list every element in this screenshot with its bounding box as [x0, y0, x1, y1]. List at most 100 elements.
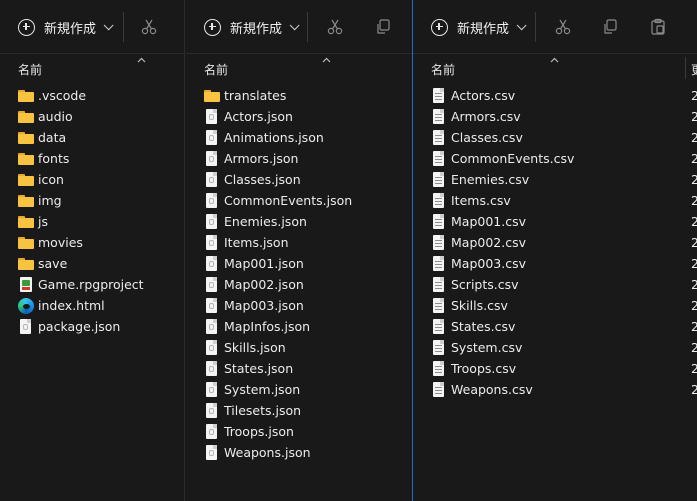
- list-item[interactable]: Map001.json: [186, 254, 412, 275]
- copy-icon[interactable]: [601, 18, 619, 36]
- csv-file-icon: [431, 109, 447, 125]
- item-modified-date: 2: [691, 130, 697, 145]
- list-item[interactable]: Map002.json: [186, 275, 412, 296]
- list-item[interactable]: States.json: [186, 359, 412, 380]
- list-item[interactable]: Items.csv 2: [413, 191, 697, 212]
- explorer-pane-data: 新規作成 名前 translates Actors.json Animations.…: [186, 0, 412, 501]
- csv-file-icon: [431, 235, 447, 251]
- list-item[interactable]: .vscode: [0, 86, 184, 107]
- item-name: System.csv: [451, 340, 523, 355]
- item-name: Classes.json: [224, 172, 301, 187]
- item-name: Classes.csv: [451, 130, 523, 145]
- item-name: Items.json: [224, 235, 289, 250]
- list-item[interactable]: fonts: [0, 149, 184, 170]
- list-item[interactable]: index.html: [0, 296, 184, 317]
- cut-icon[interactable]: [326, 18, 344, 36]
- plus-circle-icon: [18, 18, 35, 36]
- list-item[interactable]: Troops.csv 2: [413, 359, 697, 380]
- item-modified-date: 2: [691, 214, 697, 229]
- list-item[interactable]: translates: [186, 86, 412, 107]
- json-file-icon: [204, 445, 220, 461]
- item-name: Armors.json: [224, 151, 299, 166]
- list-item[interactable]: Weapons.csv 2: [413, 380, 697, 401]
- command-bar: 新規作成: [413, 0, 697, 54]
- cut-icon[interactable]: [554, 18, 572, 36]
- json-file-icon: [204, 424, 220, 440]
- list-item[interactable]: save: [0, 254, 184, 275]
- list-item[interactable]: movies: [0, 233, 184, 254]
- list-item[interactable]: Map003.csv 2: [413, 254, 697, 275]
- list-item[interactable]: Actors.json: [186, 107, 412, 128]
- explorer-pane-translates: 新規作成 名前 更 Actors.csv2Armors.csv2Classes.…: [413, 0, 697, 501]
- item-name: icon: [38, 172, 64, 187]
- json-file-icon: [204, 172, 220, 188]
- list-item[interactable]: js: [0, 212, 184, 233]
- item-modified-date: 2: [691, 109, 697, 124]
- list-item[interactable]: Scripts.csv 2: [413, 275, 697, 296]
- list-item[interactable]: audio: [0, 107, 184, 128]
- json-file-icon: [204, 298, 220, 314]
- list-item[interactable]: Actors.csv 2: [413, 86, 697, 107]
- list-item[interactable]: img: [0, 191, 184, 212]
- list-item[interactable]: Skills.json: [186, 338, 412, 359]
- item-name: img: [38, 193, 62, 208]
- list-item[interactable]: Enemies.csv 2: [413, 170, 697, 191]
- new-button[interactable]: 新規作成: [431, 16, 527, 38]
- folder-icon: [18, 214, 34, 230]
- item-name: Tilesets.json: [224, 403, 302, 418]
- list-item[interactable]: Weapons.json: [186, 443, 412, 464]
- csv-file-icon: [431, 298, 447, 314]
- item-name: Troops.csv: [451, 361, 517, 376]
- toolbar-separator: [123, 12, 124, 42]
- column-header[interactable]: 名前: [413, 56, 697, 80]
- list-item[interactable]: System.json: [186, 380, 412, 401]
- list-item[interactable]: Armors.csv 2: [413, 107, 697, 128]
- modified-column-label[interactable]: 更: [691, 61, 697, 78]
- list-item[interactable]: data: [0, 128, 184, 149]
- list-item[interactable]: System.csv 2: [413, 338, 697, 359]
- list-item[interactable]: Items.json: [186, 233, 412, 254]
- list-item[interactable]: MapInfos.json: [186, 317, 412, 338]
- new-button[interactable]: 新規作成: [204, 16, 300, 38]
- new-button[interactable]: 新規作成: [18, 16, 114, 38]
- json-file-icon: [204, 403, 220, 419]
- csv-file-icon: [431, 256, 447, 272]
- column-header[interactable]: 名前: [186, 56, 412, 80]
- item-name: States.csv: [451, 319, 516, 334]
- csv-file-icon: [431, 277, 447, 293]
- command-bar: 新規作成: [186, 0, 412, 54]
- list-item[interactable]: icon: [0, 170, 184, 191]
- plus-circle-icon: [431, 18, 448, 36]
- cut-icon[interactable]: [140, 18, 158, 36]
- column-header[interactable]: 名前: [0, 56, 184, 80]
- list-item[interactable]: Troops.json: [186, 422, 412, 443]
- list-item[interactable]: Map002.csv 2: [413, 233, 697, 254]
- folder-icon: [204, 88, 220, 104]
- item-name: Armors.csv: [451, 109, 521, 124]
- folder-icon: [18, 172, 34, 188]
- list-item[interactable]: CommonEvents.json: [186, 191, 412, 212]
- list-item[interactable]: Game.rpgproject: [0, 275, 184, 296]
- list-item[interactable]: Classes.json: [186, 170, 412, 191]
- list-item[interactable]: Tilesets.json: [186, 401, 412, 422]
- name-column-label: 名前: [18, 63, 43, 77]
- list-item[interactable]: Armors.json: [186, 149, 412, 170]
- item-modified-date: 2: [691, 298, 697, 313]
- explorer-pane-root: 新規作成 名前 .vscode audio data fonts icon img js mo…: [0, 0, 185, 501]
- list-item[interactable]: Map003.json: [186, 296, 412, 317]
- list-item[interactable]: CommonEvents.csv 2: [413, 149, 697, 170]
- list-item[interactable]: Enemies.json: [186, 212, 412, 233]
- item-name: data: [38, 130, 67, 145]
- list-item[interactable]: Map001.csv 2: [413, 212, 697, 233]
- item-name: Map001.json: [224, 256, 304, 271]
- list-item[interactable]: package.json: [0, 317, 184, 338]
- list-item[interactable]: States.csv 2: [413, 317, 697, 338]
- list-item[interactable]: Skills.csv 2: [413, 296, 697, 317]
- chevron-down-icon: [103, 19, 114, 30]
- json-file-icon: [204, 193, 220, 209]
- list-item[interactable]: Classes.csv 2: [413, 128, 697, 149]
- paste-icon[interactable]: [649, 18, 667, 36]
- column-separator[interactable]: [685, 57, 686, 79]
- copy-icon[interactable]: [374, 18, 392, 36]
- list-item[interactable]: Animations.json: [186, 128, 412, 149]
